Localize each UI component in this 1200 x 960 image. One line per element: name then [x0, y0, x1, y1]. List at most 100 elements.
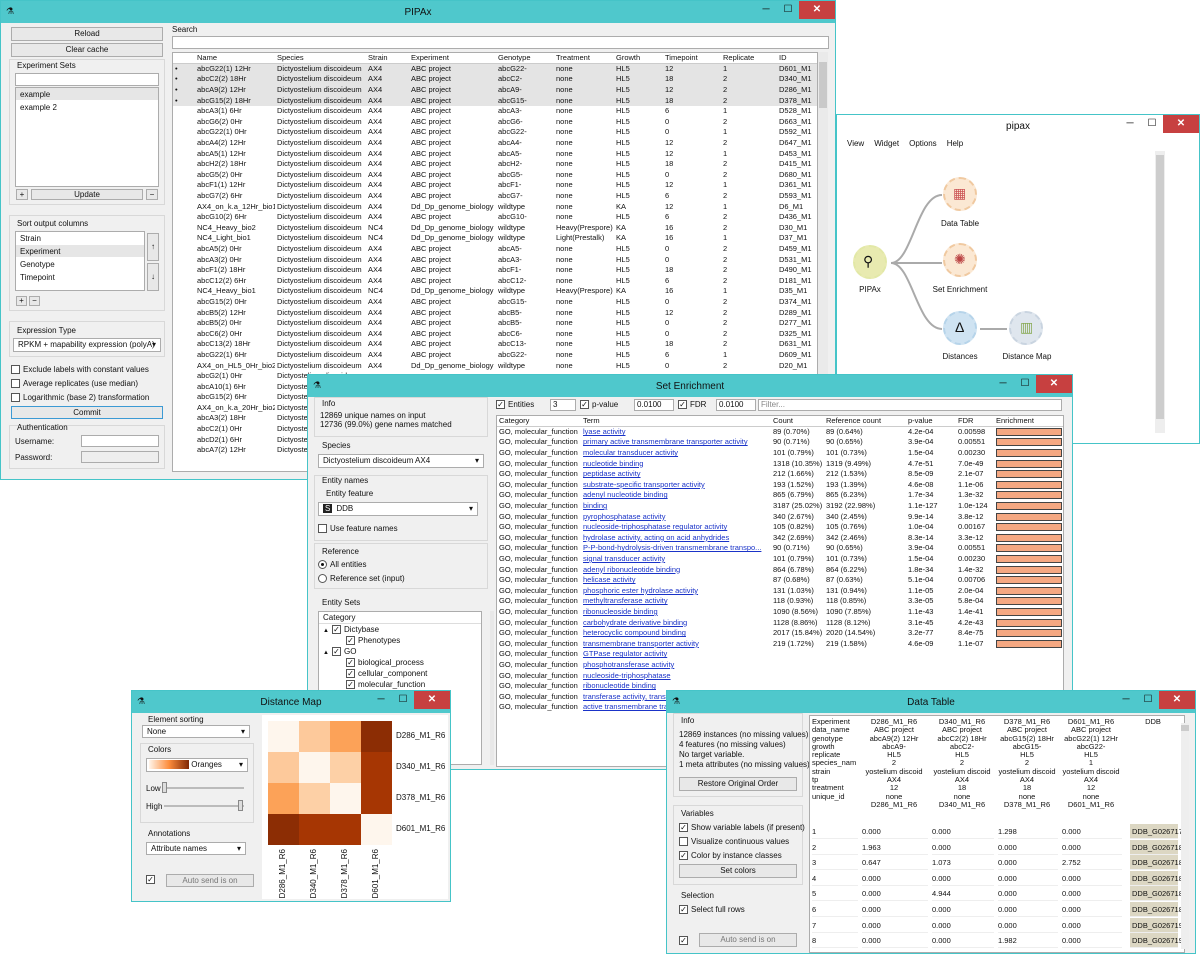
- heatmap-cell[interactable]: [361, 814, 392, 845]
- checkbox[interactable]: ✓: [346, 669, 355, 679]
- select-full-rows-option[interactable]: ✓ Select full rows: [679, 905, 745, 915]
- table-row[interactable]: NC4_Light_bio1 Dictyostelium discoideum NC…: [173, 233, 817, 244]
- move-down-button[interactable]: ↓: [147, 263, 159, 291]
- column-header[interactable]: D286_M1_R6 ABC project abcA9(2) 12Hr abcA9-…: [860, 718, 928, 809]
- use-feature-names-option[interactable]: Use feature names: [318, 524, 398, 534]
- average-replicates-option[interactable]: Average replicates (use median): [11, 379, 138, 389]
- column-header[interactable]: Reference count: [824, 416, 906, 427]
- distance-heatmap[interactable]: [268, 721, 392, 845]
- update-button[interactable]: Update: [31, 189, 143, 200]
- table-row[interactable]: • abcC2(2) 18Hr Dictyostelium discoideum AX…: [173, 74, 817, 85]
- expression-type-select[interactable]: RPKM + mapability expression (polyA): [13, 338, 161, 352]
- tree-item[interactable]: ✓ biological_process: [319, 657, 481, 668]
- checkbox[interactable]: ✓: [346, 658, 355, 668]
- low-slider[interactable]: [162, 782, 244, 793]
- dmap-titlebar[interactable]: ⚗ Distance Map ─ ☐ ✕: [132, 691, 450, 713]
- column-header[interactable]: Replicate: [721, 53, 777, 64]
- table-row[interactable]: abcG7(2) 6Hr Dictyostelium discoideum AX4 A…: [173, 191, 817, 202]
- log-transform-option[interactable]: Logarithmic (base 2) transformation: [11, 393, 149, 403]
- column-header[interactable]: Experiment: [409, 53, 496, 64]
- checkbox[interactable]: [11, 393, 20, 403]
- term-link[interactable]: active transmembrane tra: [583, 702, 668, 711]
- checkbox[interactable]: ✓: [679, 851, 688, 861]
- close-icon[interactable]: ✕: [799, 1, 835, 19]
- checkbox[interactable]: [11, 365, 20, 375]
- heatmap-cell[interactable]: [299, 783, 330, 814]
- table-row[interactable]: GO, molecular_function transmembrane tran…: [497, 638, 1063, 649]
- slider-handle[interactable]: [238, 800, 243, 811]
- table-row[interactable]: • abcA9(2) 12Hr Dictyostelium discoideum AX…: [173, 84, 817, 96]
- column-header[interactable]: FDR: [956, 416, 994, 427]
- column-header[interactable]: Name: [195, 53, 275, 64]
- column-header[interactable]: Genotype: [496, 53, 554, 64]
- table-row[interactable]: GO, molecular_function carbohydrate deriv…: [497, 617, 1063, 628]
- tree-item[interactable]: ▲ ✓ GO: [319, 646, 481, 657]
- table-row[interactable]: GO, molecular_function peptidase activity…: [497, 469, 1063, 480]
- radio[interactable]: [318, 560, 327, 570]
- heatmap-cell[interactable]: [299, 752, 330, 783]
- all-entities-radio[interactable]: All entities: [318, 560, 366, 570]
- table-row[interactable]: GO, molecular_function heterocyclic compo…: [497, 628, 1063, 639]
- tree-item[interactable]: ✓ Phenotypes: [319, 635, 481, 646]
- table-row[interactable]: GO, molecular_function P-P-bond-hydrolysi…: [497, 543, 1063, 554]
- column-header[interactable]: D340_M1_R6 ABC project abcC2(2) 18Hr abcC2-…: [930, 718, 994, 809]
- maximize-icon[interactable]: ☐: [1014, 375, 1036, 393]
- distances-node[interactable]: Δ: [943, 311, 977, 345]
- search-input[interactable]: [172, 36, 829, 49]
- checkbox[interactable]: ✓: [346, 636, 355, 646]
- table-row[interactable]: GO, molecular_function molecular transduc…: [497, 448, 1063, 459]
- table-row[interactable]: abcB5(2) 0Hr Dictyostelium discoideum AX4 A…: [173, 318, 817, 329]
- table-row[interactable]: abcC12(2) 6Hr Dictyostelium discoideum AX4…: [173, 275, 817, 286]
- table-row[interactable]: abcA5(1) 12Hr Dictyostelium discoideum AX4…: [173, 148, 817, 159]
- auto-send-checkbox[interactable]: ✓: [146, 875, 158, 885]
- reload-button[interactable]: Reload: [11, 27, 163, 41]
- checkbox[interactable]: ✓: [146, 875, 155, 885]
- term-link[interactable]: GTPase regulator activity: [583, 649, 667, 658]
- sort-column-item[interactable]: Genotype: [16, 258, 144, 271]
- tree-item[interactable]: ✓ molecular_function: [319, 679, 481, 690]
- term-link[interactable]: adenyl ribonucleotide binding: [583, 565, 680, 574]
- checkbox[interactable]: ✓: [580, 400, 589, 410]
- move-up-button[interactable]: ↑: [147, 233, 159, 261]
- entities-option[interactable]: ✓ Entities: [496, 400, 534, 410]
- heatmap-cell[interactable]: [361, 752, 392, 783]
- term-link[interactable]: nucleoside-triphosphatase: [583, 671, 671, 680]
- term-link[interactable]: transmembrane transporter activity: [583, 639, 699, 648]
- column-header[interactable]: Growth: [614, 53, 663, 64]
- table-row[interactable]: GO, molecular_function lyase activity 89 (…: [497, 427, 1063, 438]
- show-labels-option[interactable]: ✓ Show variable labels (if present): [679, 823, 805, 833]
- checkbox[interactable]: [318, 524, 327, 534]
- sort-columns-list[interactable]: Strain Experiment Genotype Timepoint: [15, 231, 145, 291]
- enrichment-table[interactable]: Category Term Count Reference count p-value F…: [497, 416, 1063, 713]
- maximize-icon[interactable]: ☐: [777, 1, 799, 19]
- table-row[interactable]: abcG6(2) 0Hr Dictyostelium discoideum AX4 A…: [173, 117, 817, 128]
- expand-icon[interactable]: ▲: [323, 626, 332, 637]
- table-row[interactable]: abcG22(1) 0Hr Dictyostelium discoideum AX4…: [173, 127, 817, 138]
- table-row[interactable]: GO, molecular_function methyltransferase …: [497, 596, 1063, 607]
- sort-column-item[interactable]: Timepoint: [16, 271, 144, 284]
- heatmap-cell[interactable]: [361, 721, 392, 752]
- table-row[interactable]: GO, molecular_function signal transducer …: [497, 554, 1063, 565]
- term-link[interactable]: ribonucleoside binding: [583, 607, 658, 616]
- checkbox[interactable]: ✓: [332, 625, 341, 635]
- close-icon[interactable]: ✕: [1036, 375, 1072, 393]
- tree-item[interactable]: ✓ cellular_component: [319, 668, 481, 679]
- heatmap-cell[interactable]: [268, 721, 299, 752]
- table-row[interactable]: GO, molecular_function hydrolase activity…: [497, 533, 1063, 544]
- exclude-constant-option[interactable]: Exclude labels with constant values: [11, 365, 149, 375]
- set-colors-button[interactable]: Set colors: [679, 864, 797, 878]
- table-row[interactable]: • abcG15(2) 18Hr Dictyostelium discoideum A…: [173, 95, 817, 106]
- heatmap-cell[interactable]: [299, 721, 330, 752]
- table-row[interactable]: AX4_on_HL5_0Hr_bio2 Dictyostelium discoid…: [173, 360, 817, 371]
- heatmap-cell[interactable]: [299, 814, 330, 845]
- clear-cache-button[interactable]: Clear cache: [11, 43, 163, 57]
- column-header[interactable]: Treatment: [554, 53, 614, 64]
- table-row[interactable]: GO, molecular_function GTPase regulator a…: [497, 649, 1063, 660]
- term-link[interactable]: primary active transmembrane transporter…: [583, 437, 748, 446]
- data-table-node[interactable]: ▦: [943, 177, 977, 211]
- term-link[interactable]: nucleotide binding: [583, 459, 643, 468]
- radio[interactable]: [318, 574, 327, 584]
- color-by-class-option[interactable]: ✓ Color by instance classes: [679, 851, 782, 861]
- remove-sort-button[interactable]: −: [29, 296, 40, 306]
- term-link[interactable]: substrate-specific transporter activity: [583, 480, 705, 489]
